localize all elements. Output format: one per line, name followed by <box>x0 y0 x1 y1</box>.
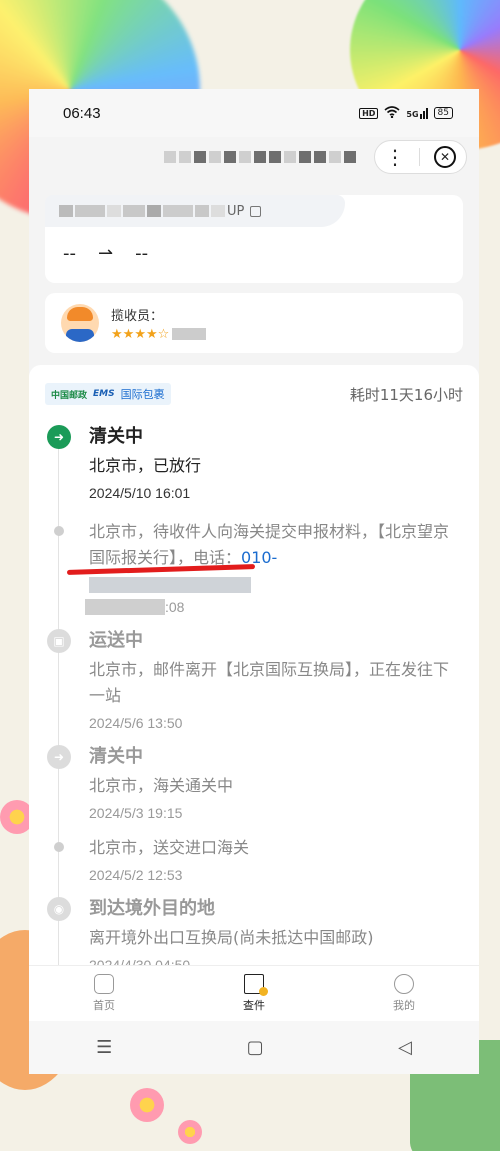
tab-label: 查件 <box>243 999 265 1012</box>
timeline-dot <box>54 842 64 852</box>
timeline-event: ▣ 运送中 北京市，邮件离开【北京国际互换局】，正在发往下一站 2024/5/6… <box>45 629 463 731</box>
event-time: 2024/5/3 19:15 <box>89 805 183 821</box>
star-icon: ★ <box>122 326 135 342</box>
status-bar: 06:43 HD 5G 85 <box>29 89 479 137</box>
timeline-event: ➜ 清关中 北京市，海关通关中 2024/5/3 19:15 <box>45 745 463 821</box>
more-icon[interactable]: ⋮ <box>385 147 405 167</box>
event-description: 北京市，待收件人向海关提交申报材料，【北京望京国际报关行】，电话：010- <box>89 519 463 571</box>
tab-track[interactable]: 查件 <box>179 966 329 1021</box>
nav-bar: ⋮ ✕ <box>29 137 479 177</box>
close-icon[interactable]: ✕ <box>434 146 456 168</box>
phone-screen: 06:43 HD 5G 85 ⋮ ✕ UP -- ⇀ -- 揽收员： ★ ★ ★… <box>29 89 479 1074</box>
timeline-event: 北京市，待收件人向海关提交申报材料，【北京望京国际报关行】，电话：010- :0… <box>45 519 463 615</box>
timeline-event: ➜ 清关中 北京市，已放行 2024/5/10 16:01 <box>45 425 463 501</box>
truck-icon: ▣ <box>47 629 71 653</box>
destination: -- <box>135 243 149 264</box>
event-status: 清关中 <box>89 426 143 447</box>
flower-decoration <box>130 1088 164 1122</box>
star-icon: ★ <box>145 326 158 342</box>
event-time-suffix: :08 <box>165 599 185 615</box>
tab-home[interactable]: 首页 <box>29 966 179 1021</box>
tracking-timeline: ➜ 清关中 北京市，已放行 2024/5/10 16:01 北京市，待收件人向海… <box>45 425 463 975</box>
clock: 06:43 <box>63 104 101 122</box>
transit-duration: 耗时11天16小时 <box>349 385 463 404</box>
customs-icon: ➜ <box>47 745 71 769</box>
event-status: 清关中 <box>89 746 143 767</box>
copy-icon[interactable] <box>250 205 262 217</box>
tab-profile[interactable]: 我的 <box>329 966 479 1021</box>
location-icon: ◉ <box>47 897 71 921</box>
event-status: 运送中 <box>89 630 143 651</box>
origin: -- <box>63 243 76 264</box>
mini-program-capsule: ⋮ ✕ <box>374 140 467 174</box>
tracking-header: 中国邮政 EMS 国际包裹 耗时11天16小时 <box>45 383 463 405</box>
tab-label: 我的 <box>393 999 415 1012</box>
timeline-event: ◉ 到达境外目的地 离开境外出口互换局(尚未抵达中国邮政) 2024/4/30 … <box>45 897 463 973</box>
event-time: 2024/5/6 13:50 <box>89 715 183 731</box>
waybill-number: UP <box>45 195 345 227</box>
signal-icon: 5G <box>406 107 428 119</box>
ems-logo: EMS <box>93 389 115 399</box>
route-arrow-icon: ⇀ <box>98 243 114 264</box>
home-button-icon[interactable]: ▢ <box>247 1037 264 1058</box>
search-package-icon <box>244 974 268 996</box>
carrier-logo: 中国邮政 EMS 国际包裹 <box>45 383 171 405</box>
tab-label: 首页 <box>93 999 115 1012</box>
system-navigation-bar: ☰ ▢ ◁ <box>29 1021 479 1074</box>
tracking-card: 中国邮政 EMS 国际包裹 耗时11天16小时 ➜ 清关中 北京市，已放行 20… <box>29 365 479 975</box>
menu-icon[interactable]: ☰ <box>96 1037 112 1058</box>
page-title-redacted <box>164 151 356 163</box>
event-time: 2024/5/2 12:53 <box>89 867 183 883</box>
profile-icon <box>394 974 414 994</box>
capsule-divider <box>419 148 420 166</box>
event-time-redacted <box>85 599 165 615</box>
back-icon[interactable]: ◁ <box>398 1037 412 1058</box>
network-type: 5G <box>406 109 419 119</box>
courier-card[interactable]: 揽收员： ★ ★ ★ ★ ☆ <box>45 293 463 353</box>
courier-name-redacted <box>172 328 207 340</box>
bottom-tab-bar: 首页 查件 我的 <box>29 965 479 1021</box>
customs-icon: ➜ <box>47 425 71 449</box>
courier-rating: ★ ★ ★ ★ ☆ <box>111 326 207 342</box>
waybill-number-redacted <box>59 205 225 217</box>
status-icons: HD 5G 85 <box>359 105 453 121</box>
phone-number-redacted <box>89 577 251 593</box>
star-icon: ★ <box>111 326 123 342</box>
waybill-card: UP -- ⇀ -- <box>45 195 463 283</box>
event-description: 北京市，邮件离开【北京国际互换局】，正在发往下一站 <box>89 660 450 705</box>
wifi-icon <box>384 105 400 121</box>
hd-icon: HD <box>359 107 379 119</box>
timeline-dot <box>54 526 64 536</box>
courier-label: 揽收员： <box>111 308 164 324</box>
event-status: 到达境外目的地 <box>89 898 215 919</box>
flower-decoration <box>178 1120 202 1144</box>
route: -- ⇀ -- <box>45 227 463 280</box>
event-description: 北京市，送交进口海关 <box>89 838 250 857</box>
star-empty-icon: ☆ <box>157 326 170 342</box>
event-description: 北京市，已放行 <box>89 456 202 475</box>
china-post-logo: 中国邮政 <box>51 390 88 401</box>
event-time: 2024/5/10 16:01 <box>89 485 191 501</box>
waybill-number-suffix: UP <box>227 203 245 219</box>
courier-avatar <box>61 304 99 342</box>
timeline-event: 北京市，送交进口海关 2024/5/2 12:53 <box>45 835 463 883</box>
event-description: 离开境外出口互换局(尚未抵达中国邮政) <box>89 928 374 947</box>
service-name: 国际包裹 <box>120 388 165 401</box>
phone-link[interactable]: 010- <box>241 548 277 567</box>
battery-icon: 85 <box>433 107 453 119</box>
event-description: 北京市，海关通关中 <box>89 776 234 795</box>
event-time: :08 <box>85 599 463 615</box>
home-icon <box>94 974 114 994</box>
star-icon: ★ <box>134 326 146 342</box>
